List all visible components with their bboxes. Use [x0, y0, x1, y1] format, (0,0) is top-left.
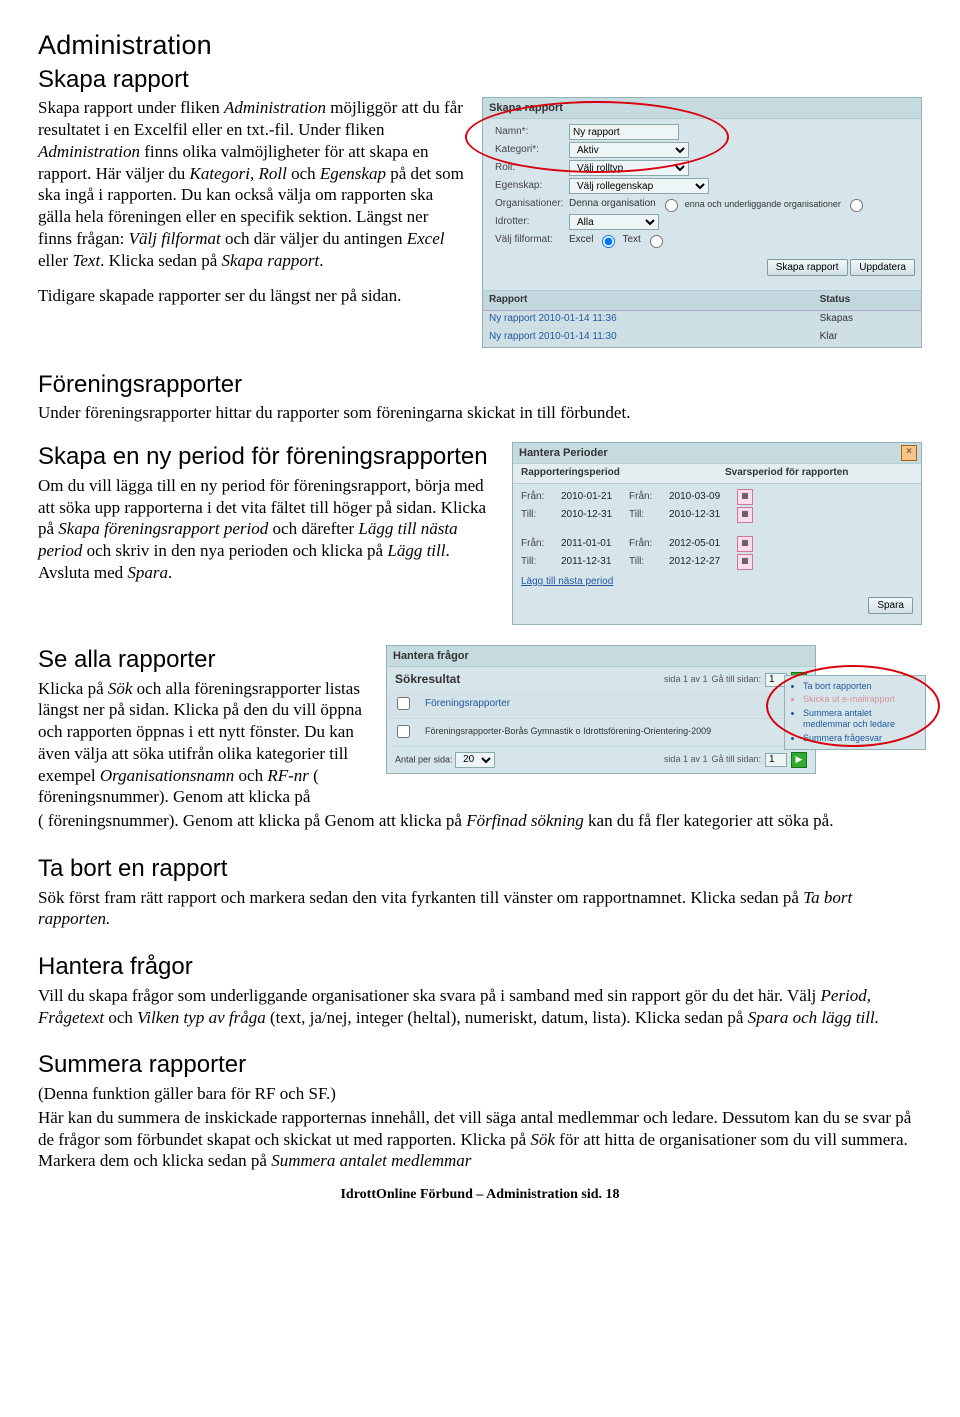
para-summera-0: (Denna funktion gäller bara för RF och S…: [38, 1083, 922, 1105]
close-icon[interactable]: ×: [901, 445, 917, 461]
heading-skapa-period: Skapa en ny period för föreningsrapporte…: [38, 442, 494, 473]
checkbox-select-all[interactable]: [397, 697, 410, 710]
heading-summera: Summera rapporter: [38, 1050, 922, 1081]
para-ta-bort: Sök först fram rätt rapport och markera …: [38, 887, 922, 931]
page-title: Administration: [38, 28, 922, 63]
annotation-ellipse-form: [465, 101, 729, 173]
org-opt2: enna och underliggande organisationer: [685, 199, 841, 211]
col-rapport: Rapport: [483, 291, 814, 310]
select-antal[interactable]: 20: [455, 752, 495, 768]
radio-excel[interactable]: [602, 235, 615, 248]
ff-text-label: Text: [622, 234, 640, 247]
para-se-alla: Klicka på Sök och alla föreningsrapporte…: [38, 678, 368, 809]
para-skapa-rapport-1: Skapa rapport under fliken Administratio…: [38, 97, 464, 271]
para-skapa-period: Om du vill lägga till en ny period för f…: [38, 475, 494, 584]
val-rp-to-1: 2011-12-31: [561, 556, 623, 569]
label-fran: Från:: [521, 491, 555, 504]
checkbox-row[interactable]: [397, 725, 410, 738]
label-till: Till:: [521, 556, 555, 569]
radio-org-2[interactable]: [850, 199, 863, 212]
panel-header: Hantera Perioder ×: [513, 443, 921, 464]
label-idrotter: Idrotter:: [495, 216, 565, 229]
para-foreningsrapporter: Under föreningsrapporter hittar du rappo…: [38, 402, 922, 424]
heading-sokresultat: Sökresultat: [395, 672, 460, 687]
select-idrotter[interactable]: Alla: [569, 214, 659, 230]
annotation-ellipse-menu: [766, 665, 940, 747]
heading-ta-bort: Ta bort en rapport: [38, 854, 922, 885]
report-list: Rapport Status Ny rapport 2010-01-14 11:…: [483, 290, 921, 346]
button-spara[interactable]: Spara: [868, 597, 913, 614]
val-sp-to-0: 2010-12-31: [669, 509, 731, 522]
val-rp-from-0: 2010-01-21: [561, 491, 623, 504]
label-till: Till:: [629, 509, 663, 522]
calendar-icon[interactable]: ▦: [737, 536, 753, 552]
pager-info: sida 1 av 1: [664, 754, 708, 766]
pager-label: Gå till sidan:: [711, 754, 761, 766]
org-opt1: Denna organisation: [569, 198, 656, 211]
label-till: Till:: [521, 509, 555, 522]
panel-skapa-rapport: Skapa rapport Namn*: Kategori*:Aktiv Rol…: [482, 97, 922, 347]
para-skapa-rapport-2: Tidigare skapade rapporter ser du längst…: [38, 285, 464, 307]
link-lagg-till-period[interactable]: Lägg till nästa period: [513, 572, 921, 593]
heading-foreningsrapporter: Föreningsrapporter: [38, 370, 922, 401]
panel-hantera-fragor: Hantera frågor Sökresultat sida 1 av 1 G…: [386, 645, 816, 774]
val-rp-to-0: 2010-12-31: [561, 509, 623, 522]
label-egenskap: Egenskap:: [495, 180, 565, 193]
label-till: Till:: [629, 556, 663, 569]
calendar-icon[interactable]: ▦: [737, 489, 753, 505]
label-fran: Från:: [629, 538, 663, 551]
para-se-alla-2: ( föreningsnummer). Genom att klicka på …: [38, 810, 922, 832]
go-icon[interactable]: ▶: [791, 752, 807, 768]
label-filformat: Välj filformat:: [495, 234, 565, 247]
label-fran: Från:: [521, 538, 555, 551]
select-egenskap[interactable]: Välj rollegenskap: [569, 178, 709, 194]
label-antal-per-sida: Antal per sida:: [395, 754, 453, 764]
heading-se-alla: Se alla rapporter: [38, 645, 368, 676]
button-uppdatera[interactable]: Uppdatera: [850, 259, 915, 276]
ff-excel-label: Excel: [569, 234, 593, 247]
table-row[interactable]: Föreningsrapporter-Borås Gymnastik o Idr…: [387, 718, 815, 746]
col-svarsperiod: Svarsperiod för rapporten: [717, 464, 921, 483]
table-row[interactable]: Ny rapport 2010-01-14 11:36 Skapas: [483, 311, 921, 329]
calendar-icon[interactable]: ▦: [737, 507, 753, 523]
val-sp-to-1: 2012-12-27: [669, 556, 731, 569]
col-rapporteringsperiod: Rapporteringsperiod: [513, 464, 717, 483]
pager-label: Gå till sidan:: [711, 674, 761, 686]
panel-hantera-perioder: Hantera Perioder × Rapporteringsperiod S…: [512, 442, 922, 625]
val-sp-from-1: 2012-05-01: [669, 538, 731, 551]
val-sp-from-0: 2010-03-09: [669, 491, 731, 504]
col-status: Status: [814, 291, 921, 310]
heading-skapa-rapport: Skapa rapport: [38, 65, 922, 96]
panel-header: Hantera frågor: [387, 646, 815, 667]
label-fran: Från:: [629, 491, 663, 504]
button-skapa-rapport[interactable]: Skapa rapport: [767, 259, 848, 276]
label-organisationer: Organisationer:: [495, 198, 565, 211]
calendar-icon[interactable]: ▦: [737, 554, 753, 570]
heading-hantera-fragor: Hantera frågor: [38, 952, 922, 983]
pager-info: sida 1 av 1: [664, 674, 708, 686]
page-footer: IdrottOnline Förbund – Administration si…: [38, 1186, 922, 1204]
table-row[interactable]: Ny rapport 2010-01-14 11:30 Klar: [483, 328, 921, 346]
pager-input[interactable]: [765, 753, 787, 767]
radio-text[interactable]: [650, 235, 663, 248]
val-rp-from-1: 2011-01-01: [561, 538, 623, 551]
col-foreningsrapporter[interactable]: Föreningsrapporter: [419, 691, 815, 718]
para-summera-1: Här kan du summera de inskickade rapport…: [38, 1107, 922, 1172]
radio-org-1[interactable]: [665, 199, 678, 212]
para-hantera-fragor: Vill du skapa frågor som underliggande o…: [38, 985, 922, 1029]
